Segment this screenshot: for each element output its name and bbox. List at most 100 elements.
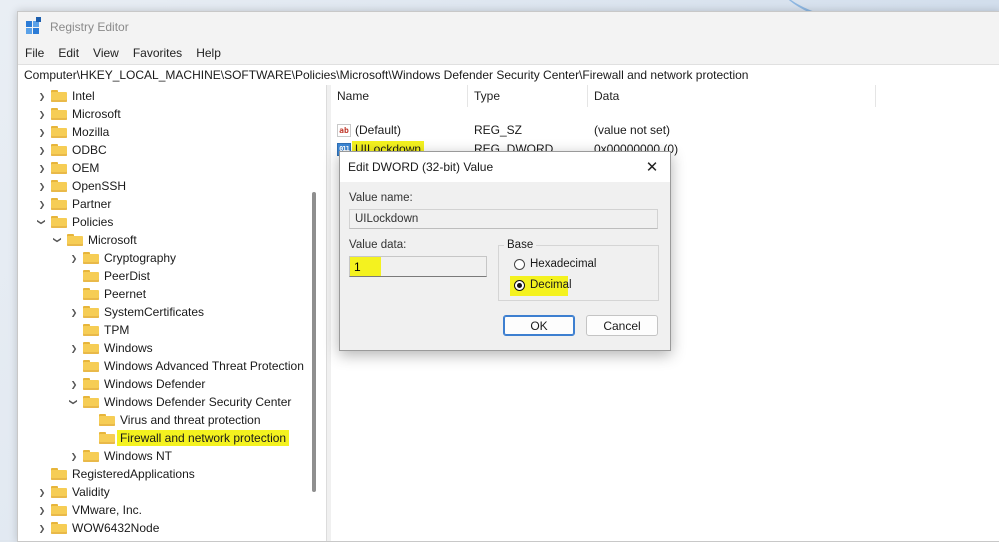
chevron-right-icon[interactable]: ❯ — [37, 505, 47, 515]
chevron-right-icon[interactable]: ❯ — [37, 523, 47, 533]
chevron-right-icon[interactable]: ❯ — [69, 343, 79, 353]
tree-item[interactable]: Peernet — [69, 285, 146, 303]
ok-button[interactable]: OK — [503, 315, 575, 336]
tree-item[interactable]: ❯ WOW6432Node — [37, 519, 160, 537]
folder-icon — [83, 450, 99, 462]
hexadecimal-radio-label: Hexadecimal — [530, 258, 597, 270]
title-bar[interactable]: Registry Editor — [18, 12, 999, 42]
value-name-field: UILockdown — [349, 209, 658, 229]
tree-item-label: WOW6432Node — [72, 521, 160, 535]
tree-item-label: OEM — [72, 161, 100, 175]
tree-item[interactable]: ❯ Mozilla — [37, 123, 110, 141]
chevron-down-icon[interactable]: ❯ — [69, 397, 79, 407]
tree-item-label: Policies — [72, 215, 114, 229]
hexadecimal-radio-circle[interactable] — [514, 258, 525, 270]
menu-edit[interactable]: Edit — [51, 46, 86, 60]
key-tree-pane: ❯ Intel ❯ Microsoft ❯ Mozilla ❯ ODBC ❯ OEM ❯ OpenSS… — [18, 85, 326, 541]
tree-item[interactable]: ❯ Cryptography — [69, 249, 176, 267]
tree-item-label: Windows Advanced Threat Protection — [104, 359, 304, 373]
tree-item[interactable]: PeerDist — [69, 267, 150, 285]
close-icon[interactable]: ✕ — [642, 157, 662, 177]
value-name-label: Value name: — [349, 192, 413, 204]
tree-item[interactable]: ❯ VMware, Inc. — [37, 501, 142, 519]
chevron-right-icon[interactable]: ❯ — [37, 487, 47, 497]
column-header-name[interactable]: Name — [331, 85, 468, 107]
value-row[interactable]: ab (Default) REG_SZ (value not set) — [331, 121, 876, 139]
tree-item[interactable]: ❯ OEM — [37, 159, 100, 177]
column-header-data[interactable]: Data — [588, 85, 876, 107]
tree-item-label: Windows NT — [104, 449, 173, 463]
tree-item[interactable]: ❯ Windows Defender — [69, 375, 206, 393]
tree-item[interactable]: ❯ Microsoft — [37, 105, 121, 123]
registry-editor-icon — [26, 17, 42, 35]
dialog-title: Edit DWORD (32-bit) Value — [348, 160, 494, 174]
tree-item[interactable]: ❯ Policies — [37, 213, 114, 231]
tree-item[interactable]: ❯ Partner — [37, 195, 112, 213]
address-bar[interactable]: Computer\HKEY_LOCAL_MACHINE\SOFTWARE\Pol… — [18, 64, 999, 86]
decimal-radio[interactable]: Decimal — [514, 279, 572, 291]
value-type-cell: REG_SZ — [474, 123, 523, 137]
folder-icon — [51, 198, 67, 210]
folder-icon — [51, 522, 67, 534]
tree-item[interactable]: ❯ Windows NT — [69, 447, 172, 465]
menu-favorites[interactable]: Favorites — [126, 46, 189, 60]
folder-icon — [83, 360, 99, 372]
folder-icon — [83, 396, 99, 408]
tree-item[interactable]: ❯ OpenSSH — [37, 177, 126, 195]
chevron-right-icon[interactable]: ❯ — [69, 253, 79, 263]
tree-item-label: TPM — [104, 323, 130, 337]
folder-icon — [51, 216, 67, 228]
chevron-right-icon[interactable]: ❯ — [37, 91, 47, 101]
tree-item[interactable]: ❯ Validity — [37, 483, 110, 501]
dialog-title-bar[interactable]: Edit DWORD (32-bit) Value ✕ — [340, 152, 670, 182]
tree-item[interactable]: RegisteredApplications — [37, 465, 195, 483]
chevron-right-icon[interactable]: ❯ — [37, 163, 47, 173]
chevron-down-icon[interactable]: ❯ — [37, 217, 47, 227]
tree-item[interactable]: Virus and threat protection — [85, 411, 261, 429]
chevron-right-icon[interactable]: ❯ — [69, 451, 79, 461]
chevron-right-icon[interactable]: ❯ — [37, 181, 47, 191]
hexadecimal-radio[interactable]: Hexadecimal — [514, 258, 596, 270]
chevron-down-icon[interactable]: ❯ — [53, 235, 63, 245]
value-data-input[interactable] — [349, 256, 487, 277]
tree-item[interactable]: Windows Advanced Threat Protection — [69, 357, 304, 375]
folder-icon — [83, 306, 99, 318]
string-value-icon: ab — [337, 123, 351, 137]
tree-item[interactable]: Firewall and network protection — [85, 429, 290, 447]
tree-item[interactable]: TPM — [69, 321, 129, 339]
folder-icon — [51, 90, 67, 102]
value-data-cell: (value not set) — [594, 123, 671, 137]
folder-icon — [83, 252, 99, 264]
chevron-right-icon[interactable]: ❯ — [37, 127, 47, 137]
decimal-radio-circle[interactable] — [514, 279, 525, 291]
tree-item[interactable]: ❯ Windows Defender Security Center — [69, 393, 292, 411]
base-group-title: Base — [504, 239, 537, 251]
menu-file[interactable]: File — [18, 46, 51, 60]
chevron-right-icon[interactable]: ❯ — [37, 109, 47, 119]
menu-view[interactable]: View — [86, 46, 126, 60]
tree-item[interactable]: ❯ Intel — [37, 87, 95, 105]
folder-icon — [99, 432, 115, 444]
tree-item-label: Partner — [72, 197, 112, 211]
chevron-right-icon[interactable]: ❯ — [37, 199, 47, 209]
tree-item-label: SystemCertificates — [104, 305, 205, 319]
tree-item[interactable]: ❯ SystemCertificates — [69, 303, 204, 321]
tree-item[interactable]: ❯ Microsoft — [53, 231, 137, 249]
tree-scrollbar-thumb[interactable] — [312, 192, 316, 492]
menu-help[interactable]: Help — [189, 46, 228, 60]
tree-item[interactable]: ❯ ODBC — [37, 141, 107, 159]
folder-icon — [67, 234, 83, 246]
folder-icon — [51, 144, 67, 156]
tree-item-label: RegisteredApplications — [72, 467, 195, 481]
cancel-button[interactable]: Cancel — [586, 315, 658, 336]
tree-item[interactable]: ❯ Windows — [69, 339, 153, 357]
chevron-right-icon[interactable]: ❯ — [69, 307, 79, 317]
column-header-type[interactable]: Type — [468, 85, 588, 107]
chevron-right-icon[interactable]: ❯ — [37, 145, 47, 155]
chevron-right-icon[interactable]: ❯ — [69, 379, 79, 389]
